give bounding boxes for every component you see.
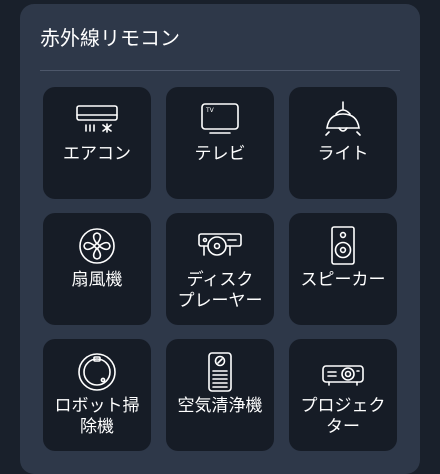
page-title: 赤外線リモコン — [40, 26, 180, 50]
device-tile-speaker[interactable]: スピーカー — [289, 213, 397, 325]
device-tile-light[interactable]: ライト — [289, 87, 397, 199]
device-label: スピーカー — [300, 270, 386, 290]
tv-badge: TV — [205, 107, 215, 114]
device-label: ロボット掃 除機 — [54, 396, 140, 437]
device-grid: エアコン TV テレビ ライト 扇風機 ディスク プレーヤー スピーカー ロボッ… — [43, 87, 398, 451]
device-tile-air-purifier[interactable]: 空気清浄機 — [166, 339, 274, 451]
divider — [40, 70, 400, 71]
robot-vacuum-icon — [73, 352, 121, 392]
device-label: 空気清浄機 — [177, 396, 263, 416]
device-label: テレビ — [194, 144, 246, 164]
device-tile-disc-player[interactable]: ディスク プレーヤー — [166, 213, 274, 325]
device-label: プロジェク ター — [300, 396, 386, 437]
device-tile-air-conditioner[interactable]: エアコン — [43, 87, 151, 199]
air-conditioner-icon — [73, 100, 121, 140]
device-label: ディスク プレーヤー — [177, 270, 263, 311]
device-tile-projector[interactable]: プロジェク ター — [289, 339, 397, 451]
device-tile-robot-vacuum[interactable]: ロボット掃 除機 — [43, 339, 151, 451]
projector-icon — [319, 352, 367, 392]
device-tile-fan[interactable]: 扇風機 — [43, 213, 151, 325]
disc-player-icon — [196, 226, 244, 266]
device-label: ライト — [317, 144, 369, 164]
speaker-icon — [319, 226, 367, 266]
remote-panel: 赤外線リモコン エアコン TV テレビ ライト 扇風機 ディスク プレーヤー ス… — [20, 4, 420, 474]
device-label: 扇風機 — [71, 270, 123, 290]
fan-icon — [73, 226, 121, 266]
ceiling-light-icon — [319, 100, 367, 140]
device-tile-tv[interactable]: TV テレビ — [166, 87, 274, 199]
air-purifier-icon — [196, 352, 244, 392]
tv-icon: TV — [196, 100, 244, 140]
device-label: エアコン — [63, 144, 131, 164]
